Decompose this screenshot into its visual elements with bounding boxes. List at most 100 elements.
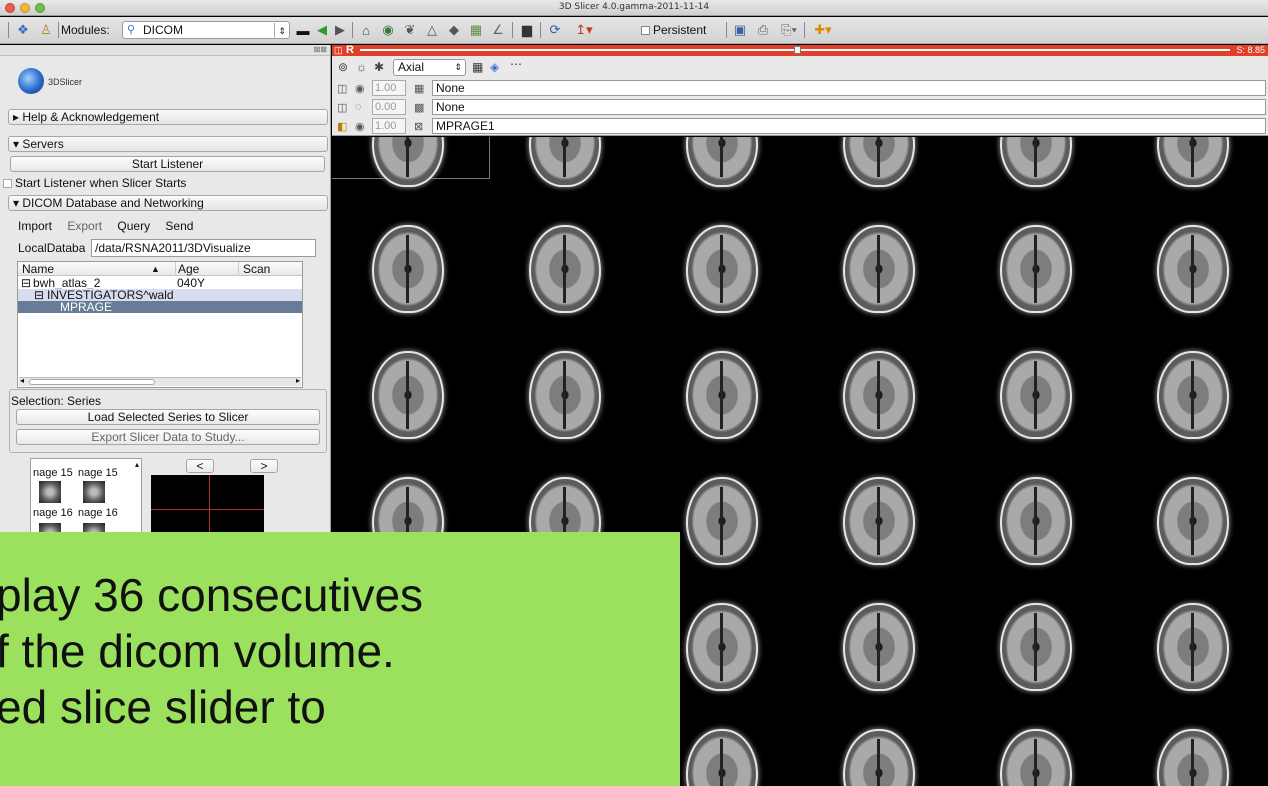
lut-icon[interactable]: ▩ [414, 101, 424, 114]
fade-icon[interactable]: ◌ [355, 101, 362, 113]
layer-volume-selector[interactable]: None [432, 80, 1266, 96]
crosshair-icon[interactable]: ✚▾ [810, 21, 836, 39]
local-database-label: LocalDataba [18, 241, 86, 255]
tab-query[interactable]: Query [117, 219, 150, 233]
tree-header: Name ▲ Age Scan [18, 262, 302, 276]
modules-label: Modules: [61, 23, 110, 37]
lightbox-icon[interactable]: ▦ [472, 60, 483, 74]
collapse-icon[interactable]: ⊟ [21, 277, 31, 289]
slice-offset-bar: ◫ R S: 8.85 [332, 44, 1268, 56]
persistent-checkbox[interactable] [641, 26, 650, 35]
brain-slice [686, 729, 758, 786]
scene-view-icon[interactable]: ⎙ [754, 21, 772, 39]
collapse-icon[interactable]: ⊟ [34, 289, 44, 301]
tree-row-age: 040Y [177, 276, 206, 290]
module-finder-icon[interactable]: ❖ [14, 21, 32, 39]
layer-opacity-spinbox[interactable]: 1.00 [372, 118, 406, 134]
background-layer-row: ◧ ◉ 1.00 ⊠ MPRAGE1 [332, 117, 1268, 135]
scrollbar-thumb[interactable] [29, 379, 155, 385]
toolbar-separator [58, 22, 59, 38]
scene-restore-icon[interactable]: ⎘▾ [778, 21, 800, 39]
layer-label-icon: ◫ [337, 102, 348, 114]
local-database-path[interactable]: /data/RSNA2011/3DVisualize [91, 239, 316, 257]
brain-slice [1157, 137, 1229, 187]
layout-icon[interactable]: ▆ [518, 21, 536, 39]
brain-slice [843, 225, 915, 313]
models-icon[interactable]: △ [424, 21, 440, 39]
brain-slice [1000, 729, 1072, 786]
slice-orientation-selector[interactable]: Axial ⇕ [393, 59, 466, 76]
layer-volume-selector[interactable]: MPRAGE1 [432, 118, 1266, 134]
layer-opacity-spinbox[interactable]: 1.00 [372, 80, 406, 96]
section-dicom-database[interactable]: ▾ DICOM Database and Networking [8, 195, 328, 211]
interpolation-icon[interactable]: ⊠ [414, 120, 423, 133]
tree-row-series-selected[interactable]: MPRAGE [18, 301, 302, 313]
start-listener-checkbox[interactable] [3, 179, 12, 188]
transforms-icon[interactable]: ◆ [446, 21, 462, 39]
brain-slice [1157, 603, 1229, 691]
scroll-right-icon[interactable]: ▸ [296, 376, 300, 385]
module-menu-icon[interactable]: ▬ [296, 21, 310, 39]
back-arrow-icon[interactable]: ◀ [314, 21, 330, 39]
collapse-arrow-icon: ▾ [13, 137, 23, 151]
eye-icon[interactable]: ◉ [355, 120, 365, 133]
column-scan[interactable]: Scan [243, 262, 270, 276]
selection-label: Selection: Series [11, 394, 102, 408]
rotate-view-icon[interactable]: ⟳ [546, 21, 564, 39]
previous-image-button[interactable]: < [186, 459, 214, 473]
thumbnail-image[interactable] [83, 481, 105, 503]
dicom-tabs: Import Export Query Send [18, 219, 205, 233]
tree-horizontal-scrollbar[interactable]: ◂ ▸ [19, 376, 301, 386]
scroll-up-icon[interactable]: ▴ [135, 460, 139, 469]
eye-icon[interactable]: ◉ [355, 82, 365, 95]
next-image-button[interactable]: > [250, 459, 278, 473]
thumbnail-label: nage 15 [78, 467, 118, 479]
section-help-label: Help & Acknowledgement [22, 110, 160, 124]
export-to-study-button[interactable]: Export Slicer Data to Study... [16, 429, 320, 445]
slice-offset-slider-handle[interactable] [794, 46, 801, 54]
layer-background-icon: ◧ [337, 121, 348, 133]
thumbnail-image[interactable] [39, 481, 61, 503]
pin-icon[interactable]: ◫ [334, 45, 343, 56]
close-icon[interactable]: ⊠⊠ [314, 45, 327, 54]
ruler-icon[interactable]: ∠ [490, 21, 506, 39]
home-icon[interactable]: ⌂ [358, 21, 374, 39]
grid-icon[interactable]: ▦ [414, 82, 424, 95]
tutorial-callout: play 36 consecutives f the dicom volume.… [0, 532, 680, 786]
thumbnail-label: nage 15 [33, 467, 73, 479]
layer-opacity-spinbox[interactable]: 0.00 [372, 99, 406, 115]
tab-send[interactable]: Send [165, 219, 193, 233]
brain-slice [1000, 225, 1072, 313]
label-outline-icon[interactable]: ◈ [490, 60, 499, 74]
mouse-mode-icon[interactable]: ↥▾ [570, 21, 598, 39]
volumes-icon[interactable]: ❦ [402, 21, 418, 39]
load-selected-series-button[interactable]: Load Selected Series to Slicer [16, 409, 320, 425]
brain-slice [686, 351, 758, 439]
section-help[interactable]: ▸ Help & Acknowledgement [8, 109, 328, 125]
start-listener-button[interactable]: Start Listener [10, 156, 325, 172]
module-selector-value: DICOM [143, 23, 183, 37]
column-age[interactable]: Age [178, 262, 199, 276]
link-icon[interactable]: ⊚ [338, 60, 348, 74]
start-listener-on-startup[interactable]: Start Listener when Slicer Starts [3, 176, 186, 190]
brain-slice [843, 137, 915, 187]
more-options-icon[interactable]: ⋯ [510, 57, 522, 71]
screenshot-icon[interactable]: ▣ [732, 21, 748, 39]
section-servers[interactable]: ▾ Servers [8, 136, 328, 152]
brain-slice [1157, 477, 1229, 565]
forward-arrow-icon[interactable]: ▶ [332, 21, 348, 39]
module-history-icon[interactable]: ♙ [38, 21, 54, 39]
editor-icon[interactable]: ▦ [468, 21, 484, 39]
module-selector[interactable]: ⚲ DICOM ⇕ [122, 21, 290, 39]
data-icon[interactable]: ◉ [380, 21, 396, 39]
scroll-left-icon[interactable]: ◂ [20, 376, 24, 385]
fit-to-window-icon[interactable]: ✱ [374, 60, 384, 74]
brain-slice [372, 225, 444, 313]
layer-volume-selector[interactable]: None [432, 99, 1266, 115]
persistent-toggle[interactable]: Persistent [641, 23, 706, 37]
dicom-tree[interactable]: Name ▲ Age Scan ⊟ bwh_atlas_2 040Y ⊟ INV… [17, 261, 303, 388]
tab-import[interactable]: Import [18, 219, 52, 233]
column-name[interactable]: Name [22, 262, 54, 276]
tab-export[interactable]: Export [67, 219, 102, 233]
visibility-icon[interactable]: ☼ [356, 60, 367, 74]
